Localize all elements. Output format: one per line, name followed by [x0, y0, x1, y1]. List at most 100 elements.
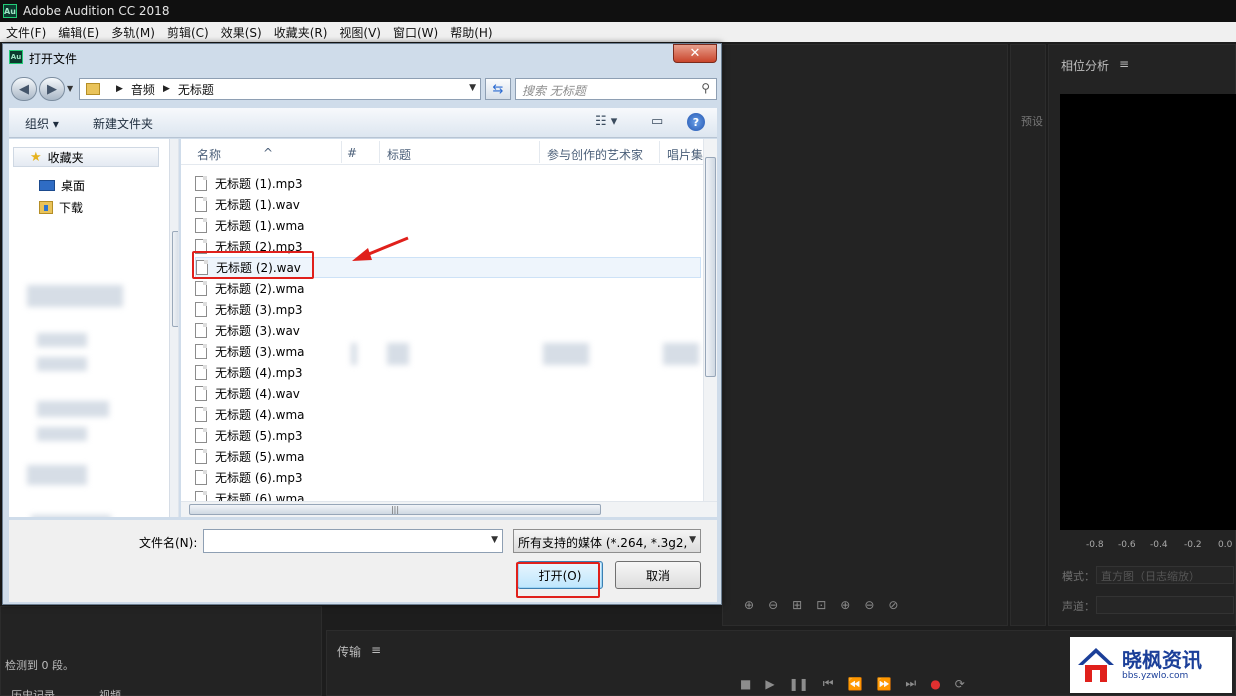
file-row[interactable]: 无标题 (3).mp3 [195, 299, 701, 320]
tree-desktop[interactable]: 桌面 [39, 177, 85, 194]
breadcrumb-untitled[interactable]: 无标题 [178, 81, 214, 98]
menu-help[interactable]: 帮助(H) [444, 24, 498, 41]
column-album[interactable]: 唱片集 [667, 146, 703, 163]
refresh-button[interactable]: ⇆ [485, 78, 511, 100]
mode-select[interactable]: 直方图（日志缩放） [1096, 566, 1234, 584]
column-title[interactable]: 标题 [387, 146, 411, 163]
blurred-tree-items [31, 515, 111, 517]
channel-select[interactable] [1096, 596, 1234, 614]
play-icon[interactable]: ▶ [765, 677, 774, 691]
record-icon[interactable]: ● [930, 677, 940, 691]
rewind-icon[interactable]: ⏪ [848, 677, 863, 691]
file-row[interactable]: 无标题 (2).wma [195, 278, 701, 299]
blurred-tree-items [27, 465, 87, 485]
file-row[interactable]: 无标题 (3).wav [195, 320, 701, 341]
blurred-metadata [663, 343, 699, 365]
file-row[interactable]: 无标题 (3).wma [195, 341, 701, 362]
filename-input[interactable]: ▼ [203, 529, 503, 553]
file-row[interactable]: 无标题 (1).wav [195, 194, 701, 215]
dialog-toolbar: 组织 ▾ 新建文件夹 ☷ ▾ ▭ ? [9, 108, 717, 138]
annotation-arrow-icon [352, 236, 409, 261]
to-end-icon[interactable]: ⏭ [905, 676, 916, 691]
search-icon[interactable]: ⚲ [701, 81, 710, 95]
file-name: 无标题 (1).wma [215, 219, 305, 233]
preview-pane-icon[interactable]: ▭ [651, 114, 663, 129]
fast-forward-icon[interactable]: ⏩ [876, 677, 891, 691]
file-row[interactable]: 无标题 (5).mp3 [195, 425, 701, 446]
scroll-thumb[interactable] [172, 231, 178, 327]
view-options-icon[interactable]: ☷ ▾ [595, 114, 617, 129]
pause-icon[interactable]: ❚❚ [789, 677, 809, 691]
ruler-tick: -0.4 [1150, 540, 1168, 550]
transport-menu-icon[interactable]: ≡ [371, 643, 381, 657]
video-tab[interactable]: 视频 [99, 687, 121, 696]
menu-effects[interactable]: 效果(S) [215, 24, 268, 41]
breadcrumb-audio[interactable]: 音频 [131, 81, 155, 98]
menu-window[interactable]: 窗口(W) [387, 24, 444, 41]
menu-favorites[interactable]: 收藏夹(R) [268, 24, 334, 41]
scroll-thumb[interactable] [705, 157, 716, 377]
help-icon[interactable]: ? [687, 113, 705, 131]
column-name[interactable]: 名称 [197, 146, 221, 163]
zoom-in-icon[interactable]: ⊕ [744, 598, 754, 612]
chevron-down-icon[interactable]: ▼ [469, 83, 476, 93]
zoom-full-icon[interactable]: ⊞ [792, 598, 802, 612]
zoom-out-icon[interactable]: ⊖ [768, 598, 778, 612]
scroll-thumb[interactable]: ||| [189, 504, 601, 515]
back-button[interactable]: ◀ [11, 77, 37, 101]
file-row[interactable]: 无标题 (1).mp3 [195, 173, 701, 194]
history-dropdown-icon[interactable]: ▼ [67, 84, 73, 93]
file-icon [195, 407, 207, 422]
navigation-scrollbar[interactable] [169, 139, 178, 517]
file-icon [195, 302, 207, 317]
search-input[interactable]: 搜索 无标题 ⚲ [515, 78, 717, 100]
loop-icon[interactable]: ⟳ [955, 677, 965, 691]
address-bar[interactable]: ▶ 音频 ▶ 无标题 ▼ [79, 78, 481, 100]
open-file-dialog: Au 打开文件 ✕ ◀ ▶ ▼ ▶ 音频 ▶ 无标题 ▼ ⇆ 搜索 无标题 ⚲ … [2, 43, 722, 605]
file-row[interactable]: 无标题 (4).wav [195, 383, 701, 404]
ruler-tick: -0.8 [1086, 540, 1104, 550]
menu-multitrack[interactable]: 多轨(M) [105, 24, 161, 41]
tree-downloads[interactable]: 下载 [39, 199, 83, 216]
tree-favorites[interactable]: ★ 收藏夹 [13, 147, 159, 167]
filetype-select[interactable]: 所有支持的媒体 (*.264, *.3g2, ▼ [513, 529, 701, 553]
arrow-right-icon: ▶ [47, 81, 57, 97]
menu-file[interactable]: 文件(F) [0, 24, 52, 41]
breadcrumb-separator-icon[interactable]: ▶ [163, 84, 170, 94]
blurred-tree-items [37, 333, 87, 347]
close-button[interactable]: ✕ [673, 44, 717, 63]
file-name: 无标题 (6).mp3 [215, 471, 303, 485]
file-list-vertical-scrollbar[interactable] [703, 139, 717, 501]
file-row[interactable]: 无标题 (1).wma [195, 215, 701, 236]
zoom-out-time-icon[interactable]: ⊖ [864, 598, 874, 612]
organize-button[interactable]: 组织 ▾ [25, 115, 59, 132]
file-row[interactable]: 无标题 (5).wma [195, 446, 701, 467]
column-number[interactable]: # [347, 146, 357, 160]
forward-button[interactable]: ▶ [39, 77, 65, 101]
dialog-footer: 文件名(N): ▼ 所有支持的媒体 (*.264, *.3g2, ▼ 打开(O)… [9, 520, 717, 602]
file-row[interactable]: 无标题 (4).mp3 [195, 362, 701, 383]
file-row[interactable]: 无标题 (6).mp3 [195, 467, 701, 488]
to-start-icon[interactable]: ⏮ [823, 676, 834, 691]
zoom-in-time-icon[interactable]: ⊕ [840, 598, 850, 612]
menu-clip[interactable]: 剪辑(C) [161, 24, 215, 41]
panel-menu-icon[interactable]: ≡ [1119, 57, 1129, 71]
zoom-reset-icon[interactable]: ⊘ [888, 598, 898, 612]
file-list-horizontal-scrollbar[interactable]: ||| [181, 501, 717, 517]
zoom-selection-icon[interactable]: ⊡ [816, 598, 826, 612]
file-row[interactable]: 无标题 (4).wma [195, 404, 701, 425]
filename-label: 文件名(N): [139, 536, 198, 550]
history-tab[interactable]: 历史记录 [11, 687, 55, 696]
stop-icon[interactable]: ■ [740, 677, 751, 691]
menu-edit[interactable]: 编辑(E) [52, 24, 105, 41]
new-folder-button[interactable]: 新建文件夹 [93, 115, 153, 132]
chevron-down-icon[interactable]: ▼ [491, 535, 498, 545]
phase-ruler: -0.8 -0.6 -0.4 -0.2 0.0 [1060, 530, 1236, 554]
breadcrumb-separator-icon[interactable]: ▶ [116, 84, 123, 94]
dialog-titlebar[interactable]: Au 打开文件 ✕ [3, 44, 721, 72]
menu-view[interactable]: 视图(V) [333, 24, 387, 41]
cancel-button[interactable]: 取消 [615, 561, 701, 589]
file-name: 无标题 (4).wav [215, 387, 300, 401]
column-artist[interactable]: 参与创作的艺术家 [547, 146, 643, 163]
blurred-metadata [543, 343, 589, 365]
